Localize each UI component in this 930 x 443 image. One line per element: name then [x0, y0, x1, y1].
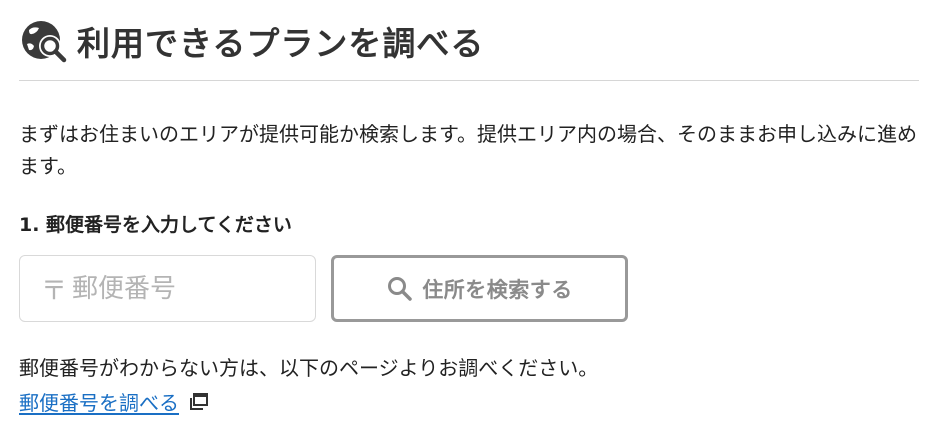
zip-help-text: 郵便番号がわからない方は、以下のページよりお調べください。: [19, 356, 599, 380]
zip-search-form: 〒 住所を検索する: [19, 255, 918, 322]
map-search-icon: [19, 14, 73, 68]
zip-lookup-link[interactable]: 郵便番号を調べる: [19, 387, 179, 416]
search-address-button-label: 住所を検索する: [422, 278, 573, 302]
zip-help-link-row: 郵便番号を調べる: [19, 387, 918, 416]
page-header: 利用できるプランを調べる: [19, 0, 918, 80]
intro-text: まずはお住まいのエリアが提供可能か検索します。提供エリア内の場合、そのままお申し…: [19, 122, 917, 178]
page-title: 利用できるプランを調べる: [77, 24, 485, 63]
search-address-button[interactable]: 住所を検索する: [331, 255, 628, 322]
page: 利用できるプランを調べる まずはお住まいのエリアが提供可能か検索します。提供エリ…: [0, 0, 930, 443]
zip-field-wrapper: 〒: [19, 255, 316, 322]
header-divider: [19, 80, 919, 81]
step1-label: 1. 郵便番号を入力してください: [19, 214, 292, 236]
external-window-icon[interactable]: [188, 391, 210, 413]
postal-mark-icon: 〒: [41, 276, 68, 306]
search-icon: [386, 275, 414, 303]
